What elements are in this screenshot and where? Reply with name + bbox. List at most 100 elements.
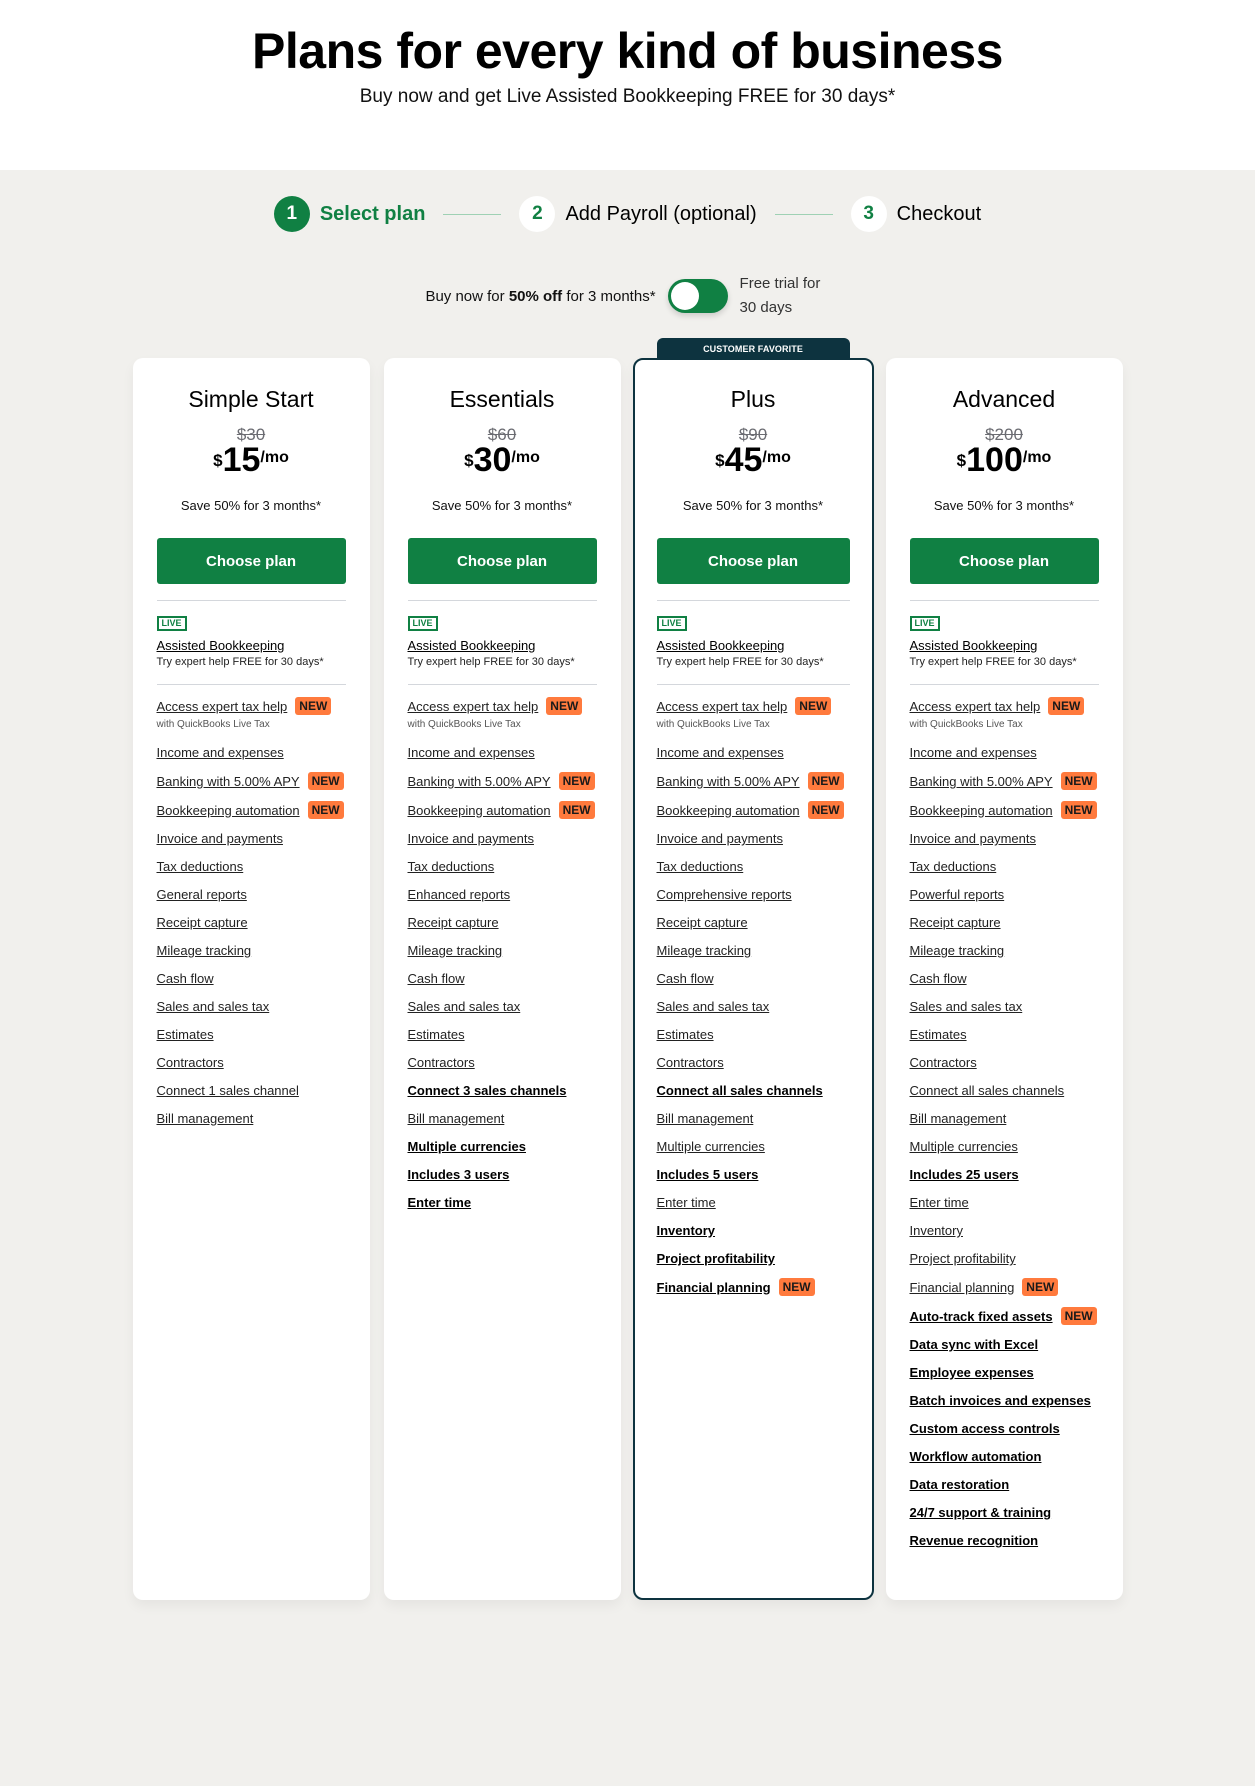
feature-link[interactable]: Receipt capture bbox=[657, 914, 748, 931]
step-checkout[interactable]: 3 Checkout bbox=[850, 196, 981, 232]
choose-plan-button[interactable]: Choose plan bbox=[407, 538, 597, 584]
feature-link[interactable]: Mileage tracking bbox=[408, 942, 503, 959]
feature-link[interactable]: Mileage tracking bbox=[157, 942, 252, 959]
feature-link[interactable]: Banking with 5.00% APY bbox=[657, 773, 800, 790]
feature-link[interactable]: Data sync with Excel bbox=[910, 1336, 1039, 1353]
feature-link[interactable]: Contractors bbox=[408, 1054, 475, 1071]
feature-link[interactable]: Bookkeeping automation bbox=[657, 802, 800, 819]
feature-link[interactable]: 24/7 support & training bbox=[910, 1504, 1052, 1521]
feature-link[interactable]: Inventory bbox=[657, 1222, 716, 1239]
assisted-bookkeeping-link[interactable]: Assisted Bookkeeping bbox=[910, 638, 1099, 653]
feature-link[interactable]: Bill management bbox=[408, 1110, 505, 1127]
feature-link[interactable]: Banking with 5.00% APY bbox=[157, 773, 300, 790]
feature-link[interactable]: Bookkeeping automation bbox=[910, 802, 1053, 819]
feature-link[interactable]: Comprehensive reports bbox=[657, 886, 792, 903]
step-add-payroll[interactable]: 2 Add Payroll (optional) bbox=[519, 196, 757, 232]
feature-link[interactable]: Estimates bbox=[910, 1026, 967, 1043]
feature-link[interactable]: Estimates bbox=[408, 1026, 465, 1043]
feature-link[interactable]: Income and expenses bbox=[408, 744, 535, 761]
feature-link[interactable]: Enter time bbox=[910, 1194, 969, 1211]
feature-link[interactable]: Cash flow bbox=[657, 970, 714, 987]
feature-link[interactable]: Custom access controls bbox=[910, 1420, 1060, 1437]
feature-link[interactable]: Includes 3 users bbox=[408, 1166, 510, 1183]
feature-link[interactable]: Workflow automation bbox=[910, 1448, 1042, 1465]
feature-link[interactable]: Access expert tax help bbox=[157, 698, 288, 715]
feature-link[interactable]: Multiple currencies bbox=[408, 1138, 526, 1155]
feature-link[interactable]: Tax deductions bbox=[657, 858, 744, 875]
feature-link[interactable]: Access expert tax help bbox=[910, 698, 1041, 715]
feature-link[interactable]: Cash flow bbox=[157, 970, 214, 987]
feature-link[interactable]: Estimates bbox=[157, 1026, 214, 1043]
step-select-plan[interactable]: 1 Select plan bbox=[273, 196, 425, 232]
feature-link[interactable]: General reports bbox=[157, 886, 247, 903]
feature-link[interactable]: Estimates bbox=[657, 1026, 714, 1043]
feature-link[interactable]: Powerful reports bbox=[910, 886, 1005, 903]
feature-link[interactable]: Auto-track fixed assets bbox=[910, 1308, 1053, 1325]
feature-link[interactable]: Tax deductions bbox=[157, 858, 244, 875]
feature-link[interactable]: Inventory bbox=[910, 1222, 963, 1239]
toggle-knob[interactable] bbox=[670, 282, 699, 310]
feature-link[interactable]: Sales and sales tax bbox=[657, 998, 770, 1015]
feature-link[interactable]: Bill management bbox=[157, 1110, 254, 1127]
feature-link[interactable]: Invoice and payments bbox=[408, 830, 534, 847]
feature-link[interactable]: Receipt capture bbox=[910, 914, 1001, 931]
feature-link[interactable]: Enter time bbox=[408, 1194, 472, 1211]
feature-link[interactable]: Banking with 5.00% APY bbox=[910, 773, 1053, 790]
feature-link[interactable]: Project profitability bbox=[910, 1250, 1016, 1267]
feature-link[interactable]: Enhanced reports bbox=[408, 886, 511, 903]
feature-link[interactable]: Multiple currencies bbox=[657, 1138, 765, 1155]
new-badge: NEW bbox=[778, 1278, 815, 1296]
feature-link[interactable]: Contractors bbox=[657, 1054, 724, 1071]
feature-link[interactable]: Financial planning bbox=[910, 1279, 1015, 1296]
feature-link[interactable]: Multiple currencies bbox=[910, 1138, 1018, 1155]
feature-link[interactable]: Mileage tracking bbox=[910, 942, 1005, 959]
feature-link[interactable]: Invoice and payments bbox=[910, 830, 1036, 847]
feature-link[interactable]: Mileage tracking bbox=[657, 942, 752, 959]
feature-link[interactable]: Includes 25 users bbox=[910, 1166, 1019, 1183]
choose-plan-button[interactable]: Choose plan bbox=[909, 538, 1099, 584]
feature-link[interactable]: Access expert tax help bbox=[657, 698, 788, 715]
feature-link[interactable]: Contractors bbox=[157, 1054, 224, 1071]
feature-link[interactable]: Access expert tax help bbox=[408, 698, 539, 715]
feature-link[interactable]: Cash flow bbox=[408, 970, 465, 987]
feature-link[interactable]: Income and expenses bbox=[910, 744, 1037, 761]
feature-link[interactable]: Tax deductions bbox=[408, 858, 495, 875]
feature-link[interactable]: Sales and sales tax bbox=[910, 998, 1023, 1015]
assisted-bookkeeping-link[interactable]: Assisted Bookkeeping bbox=[657, 638, 850, 653]
customer-favorite-tab: CUSTOMER FAVORITE bbox=[656, 338, 850, 360]
buy-trial-toggle[interactable] bbox=[667, 279, 728, 313]
feature-link[interactable]: Banking with 5.00% APY bbox=[408, 773, 551, 790]
feature-item: Invoice and payments bbox=[408, 830, 597, 847]
feature-link[interactable]: Enter time bbox=[657, 1194, 716, 1211]
feature-link[interactable]: Income and expenses bbox=[157, 744, 284, 761]
feature-link[interactable]: Sales and sales tax bbox=[408, 998, 521, 1015]
feature-link[interactable]: Bill management bbox=[657, 1110, 754, 1127]
feature-link[interactable]: Financial planning bbox=[657, 1279, 771, 1296]
feature-link[interactable]: Sales and sales tax bbox=[157, 998, 270, 1015]
feature-link[interactable]: Cash flow bbox=[910, 970, 967, 987]
assisted-bookkeeping-link[interactable]: Assisted Bookkeeping bbox=[408, 638, 597, 653]
choose-plan-button[interactable]: Choose plan bbox=[656, 538, 850, 584]
feature-link[interactable]: Bookkeeping automation bbox=[157, 802, 300, 819]
feature-link[interactable]: Connect 3 sales channels bbox=[408, 1082, 567, 1099]
feature-link[interactable]: Data restoration bbox=[910, 1476, 1010, 1493]
feature-link[interactable]: Connect 1 sales channel bbox=[157, 1082, 299, 1099]
feature-link[interactable]: Receipt capture bbox=[157, 914, 248, 931]
feature-link[interactable]: Connect all sales channels bbox=[910, 1082, 1065, 1099]
feature-link[interactable]: Receipt capture bbox=[408, 914, 499, 931]
feature-link[interactable]: Tax deductions bbox=[910, 858, 997, 875]
feature-link[interactable]: Contractors bbox=[910, 1054, 977, 1071]
feature-link[interactable]: Bill management bbox=[910, 1110, 1007, 1127]
feature-link[interactable]: Invoice and payments bbox=[157, 830, 283, 847]
feature-link[interactable]: Income and expenses bbox=[657, 744, 784, 761]
feature-link[interactable]: Bookkeeping automation bbox=[408, 802, 551, 819]
feature-link[interactable]: Revenue recognition bbox=[910, 1532, 1039, 1549]
choose-plan-button[interactable]: Choose plan bbox=[156, 538, 346, 584]
feature-link[interactable]: Project profitability bbox=[657, 1250, 775, 1267]
feature-link[interactable]: Includes 5 users bbox=[657, 1166, 759, 1183]
assisted-bookkeeping-link[interactable]: Assisted Bookkeeping bbox=[157, 638, 346, 653]
feature-link[interactable]: Employee expenses bbox=[910, 1364, 1034, 1381]
feature-link[interactable]: Connect all sales channels bbox=[657, 1082, 823, 1099]
feature-link[interactable]: Invoice and payments bbox=[657, 830, 783, 847]
feature-link[interactable]: Batch invoices and expenses bbox=[910, 1392, 1091, 1409]
